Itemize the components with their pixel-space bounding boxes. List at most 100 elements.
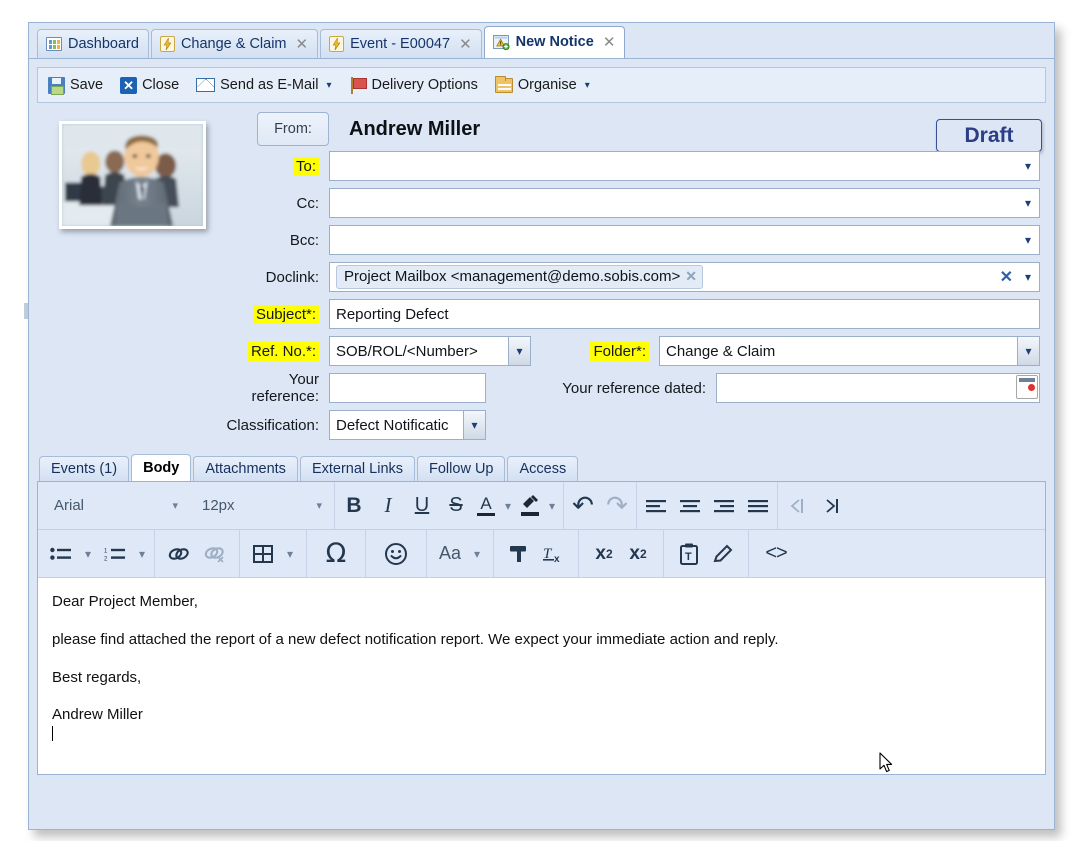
bold-button[interactable]: B <box>337 486 371 526</box>
font-family-select[interactable]: Arial ▾ <box>40 486 188 526</box>
redo-button[interactable]: ↷ <box>600 486 634 526</box>
body-signature: Andrew Miller <box>52 706 143 723</box>
folder-select[interactable]: Change & Claim ▾ <box>659 336 1040 366</box>
numbered-list-button[interactable]: 12 <box>98 534 132 574</box>
tab-close-icon[interactable]: ✕ <box>603 35 616 50</box>
highlight-color-button[interactable] <box>517 486 543 526</box>
superscript-button[interactable]: x2 <box>621 534 655 574</box>
chevron-down-icon[interactable]: ▾ <box>1025 270 1031 284</box>
tab-attachments[interactable]: Attachments <box>193 456 298 481</box>
align-right-button[interactable] <box>707 486 741 526</box>
ref-no-select[interactable]: SOB/ROL/<Number> ▾ <box>329 336 531 366</box>
subject-label: Subject*: <box>221 306 329 323</box>
paste-as-text-button[interactable]: T <box>672 534 706 574</box>
chevron-down-icon[interactable]: ▾ <box>1017 337 1039 365</box>
insert-table-button[interactable] <box>246 534 280 574</box>
list-group: ▾ 12 ▾ <box>38 530 155 577</box>
font-family-value: Arial <box>54 497 84 514</box>
delivery-options-button[interactable]: Delivery Options <box>349 77 478 94</box>
align-justify-button[interactable] <box>741 486 775 526</box>
cc-input[interactable]: ▾ <box>329 188 1040 218</box>
send-as-email-button[interactable]: Send as E-Mail ▾ <box>196 77 331 93</box>
table-dropdown-icon[interactable]: ▾ <box>280 534 300 574</box>
tab-follow-up[interactable]: Follow Up <box>417 456 505 481</box>
align-left-button[interactable] <box>639 486 673 526</box>
tab-access[interactable]: Access <box>507 456 578 481</box>
outdent-button[interactable] <box>780 486 814 526</box>
your-reference-dated-input[interactable] <box>716 373 1040 403</box>
tab-events[interactable]: Events (1) <box>39 456 129 481</box>
your-reference-input[interactable] <box>329 373 486 403</box>
organise-button[interactable]: Organise ▾ <box>495 77 590 93</box>
doclink-chip[interactable]: Project Mailbox <management@demo.sobis.c… <box>336 265 703 289</box>
doclink-input[interactable]: Project Mailbox <management@demo.sobis.c… <box>329 262 1040 292</box>
to-input[interactable]: ▾ <box>329 151 1040 181</box>
edit-pencil-button[interactable] <box>706 534 740 574</box>
classification-select[interactable]: Defect Notificatic ▾ <box>329 410 486 440</box>
subject-input[interactable]: Reporting Defect <box>329 299 1040 329</box>
text-color-dropdown-icon[interactable]: ▾ <box>499 486 517 526</box>
tab-close-icon[interactable]: ✕ <box>459 37 472 52</box>
chevron-down-icon[interactable]: ▾ <box>463 411 485 439</box>
font-size-value: 12px <box>202 497 235 514</box>
save-button[interactable]: Save <box>48 77 103 94</box>
clear-icon[interactable]: ✕ <box>1000 267 1013 287</box>
indent-group <box>778 482 850 529</box>
numbered-list-dropdown-icon[interactable]: ▾ <box>132 534 152 574</box>
from-button[interactable]: From: <box>257 112 329 146</box>
tab-new-notice[interactable]: New Notice ✕ <box>484 26 626 58</box>
chevron-down-icon[interactable]: ▾ <box>1025 159 1031 173</box>
source-group: <> <box>749 530 803 577</box>
action-toolbar: Save ✕ Close Send as E-Mail ▾ Delivery O… <box>37 67 1046 103</box>
chevron-down-icon[interactable]: ▾ <box>172 499 178 512</box>
chevron-down-icon[interactable]: ▾ <box>316 499 322 512</box>
chip-remove-icon[interactable]: ✕ <box>685 268 697 285</box>
align-center-button[interactable] <box>673 486 707 526</box>
italic-button[interactable]: I <box>371 486 405 526</box>
source-code-button[interactable]: <> <box>759 534 793 574</box>
body-line-3: Best regards, <box>52 670 1031 685</box>
undo-button[interactable]: ↶ <box>566 486 600 526</box>
svg-text:T: T <box>685 551 692 563</box>
emoji-button[interactable] <box>378 534 414 574</box>
text-color-button[interactable]: A <box>473 486 499 526</box>
tab-external-links[interactable]: External Links <box>300 456 415 481</box>
change-case-button[interactable]: Aa <box>433 534 467 574</box>
remove-link-button[interactable] <box>197 534 233 574</box>
chevron-down-icon[interactable]: ▾ <box>585 80 590 91</box>
change-case-dropdown-icon[interactable]: ▾ <box>467 534 487 574</box>
format-painter-button[interactable] <box>502 534 536 574</box>
form-fields: From: Andrew Miller To: ▾ Cc: <box>221 112 1040 445</box>
tab-label: Dashboard <box>68 37 139 52</box>
remove-format-button[interactable]: Tx <box>536 534 570 574</box>
message-body[interactable]: Dear Project Member, please find attache… <box>38 578 1045 774</box>
font-size-select[interactable]: 12px ▾ <box>188 486 332 526</box>
calendar-icon[interactable] <box>1016 375 1038 399</box>
underline-button[interactable]: U <box>405 486 439 526</box>
your-reference-dated-field <box>716 373 1040 403</box>
tab-dashboard[interactable]: Dashboard <box>37 29 149 58</box>
insert-link-button[interactable] <box>161 534 197 574</box>
special-character-button[interactable]: Ω <box>319 534 353 574</box>
send-as-email-label: Send as E-Mail <box>220 77 318 93</box>
chevron-down-icon[interactable]: ▾ <box>508 337 530 365</box>
chevron-down-icon[interactable]: ▾ <box>326 80 331 91</box>
ref-no-label: Ref. No.*: <box>221 343 329 360</box>
paste-group: T <box>664 530 749 577</box>
chevron-down-icon[interactable]: ▾ <box>1025 196 1031 210</box>
bulleted-list-button[interactable] <box>44 534 78 574</box>
indent-button[interactable] <box>814 486 848 526</box>
tab-change-and-claim[interactable]: Change & Claim ✕ <box>151 29 318 58</box>
bcc-input[interactable]: ▾ <box>329 225 1040 255</box>
tab-body[interactable]: Body <box>131 454 191 481</box>
strikethrough-button[interactable]: S <box>439 486 473 526</box>
bulleted-list-dropdown-icon[interactable]: ▾ <box>78 534 98 574</box>
flag-icon <box>349 77 367 94</box>
highlight-color-dropdown-icon[interactable]: ▾ <box>543 486 561 526</box>
tab-event-e00047[interactable]: Event - E00047 ✕ <box>320 29 482 58</box>
close-button[interactable]: ✕ Close <box>120 77 179 94</box>
chevron-down-icon[interactable]: ▾ <box>1025 233 1031 247</box>
subject-row: Subject*: Reporting Defect <box>221 297 1040 331</box>
subscript-button[interactable]: x2 <box>587 534 621 574</box>
tab-close-icon[interactable]: ✕ <box>296 37 309 52</box>
